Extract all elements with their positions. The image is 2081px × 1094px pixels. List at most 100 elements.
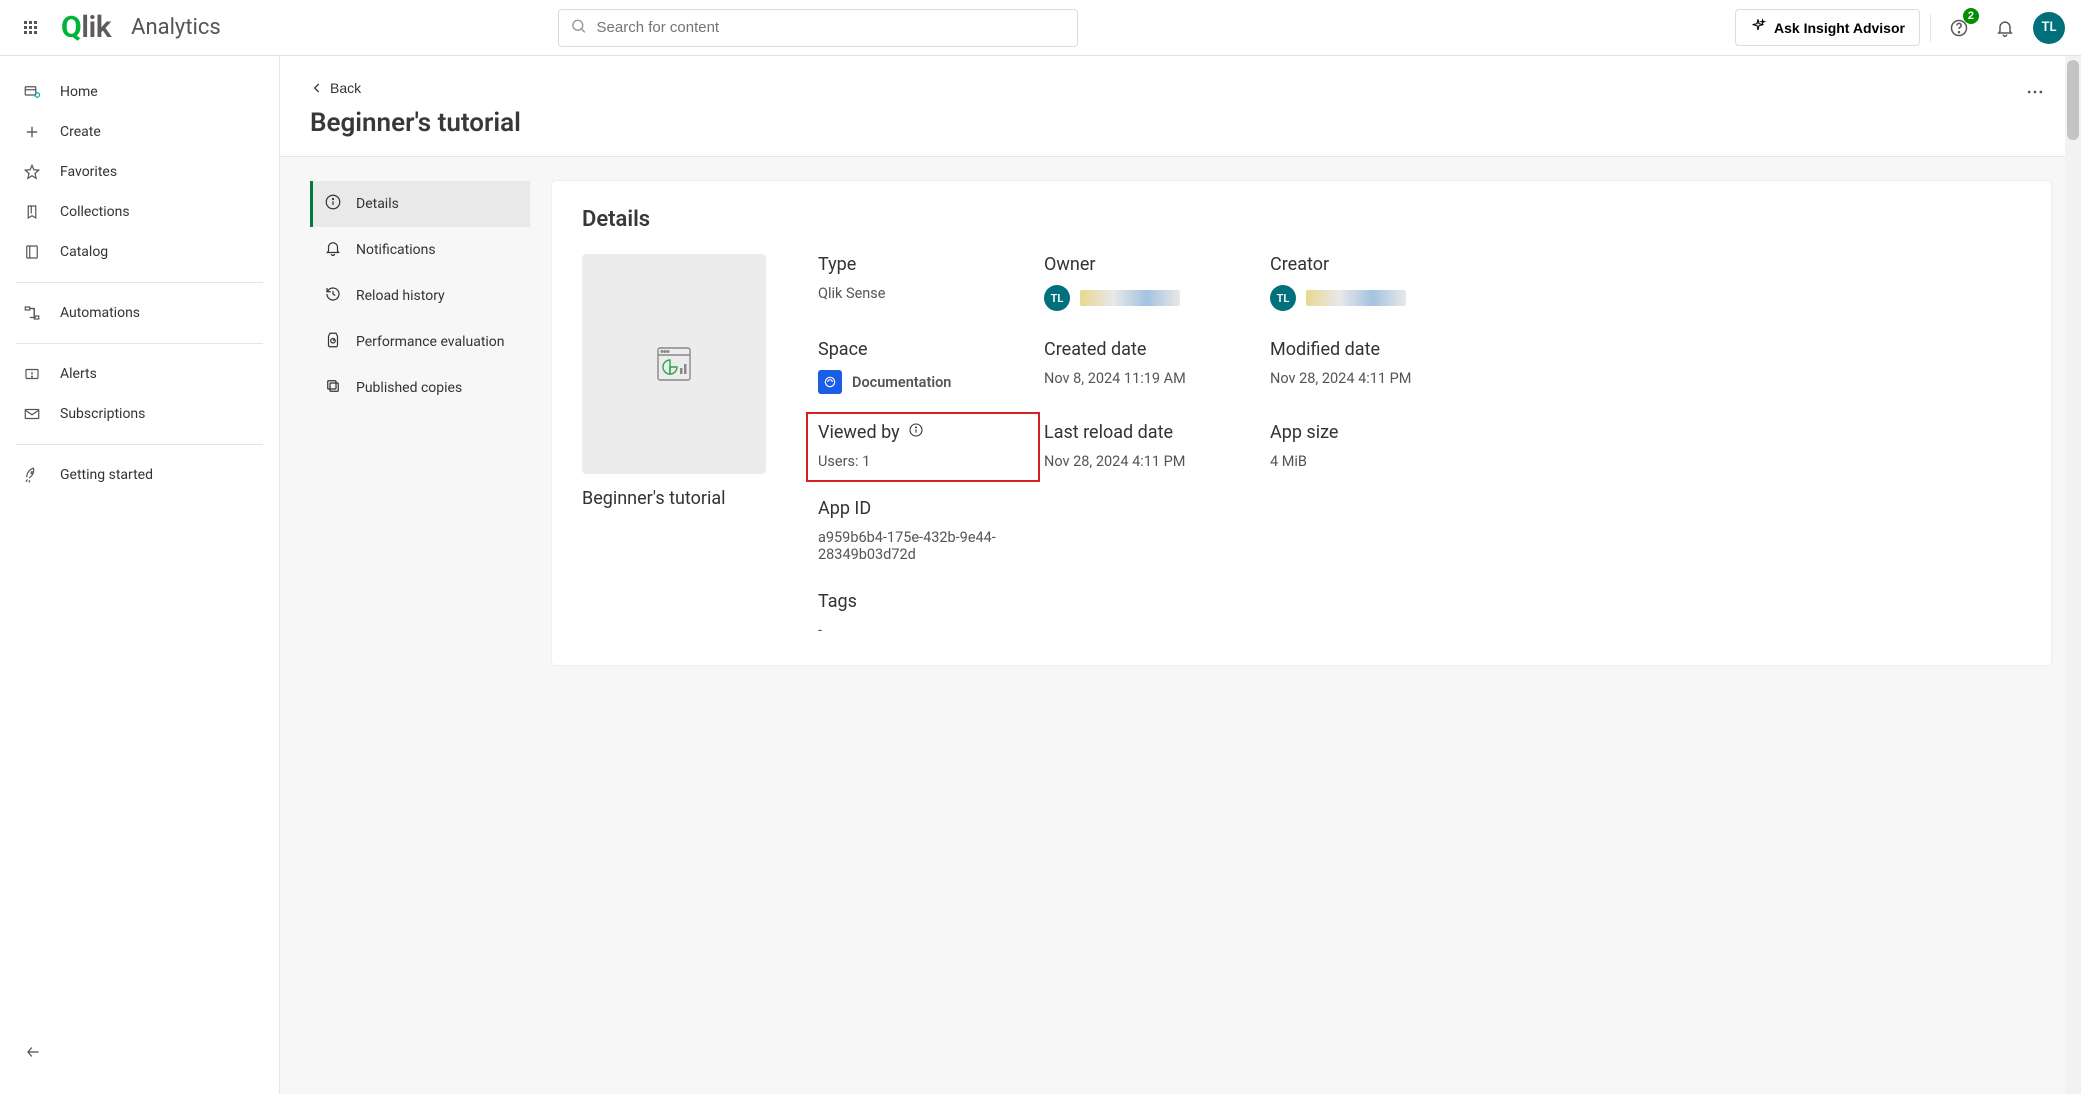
- meta-label: Viewed by: [818, 422, 1028, 443]
- sub-nav-label: Details: [356, 196, 399, 212]
- automation-icon: [22, 303, 42, 323]
- divider: [16, 444, 263, 445]
- scrollbar-thumb[interactable]: [2067, 60, 2079, 140]
- meta-tags: Tags -: [818, 591, 1028, 639]
- sidebar-item-automations[interactable]: Automations: [8, 293, 271, 333]
- scrollbar[interactable]: [2065, 56, 2081, 1094]
- sidebar-item-create[interactable]: Create: [8, 112, 271, 152]
- sidebar-item-alerts[interactable]: Alerts: [8, 354, 271, 394]
- creator-avatar: TL: [1270, 285, 1296, 311]
- space-name[interactable]: Documentation: [852, 374, 951, 391]
- sub-nav: Details Notifications Reload history Per…: [310, 181, 530, 665]
- sidebar-item-label: Alerts: [60, 366, 97, 382]
- sidebar-item-label: Getting started: [60, 467, 153, 483]
- sidebar-item-favorites[interactable]: Favorites: [8, 152, 271, 192]
- space-icon: [818, 370, 842, 394]
- sub-nav-item-performance[interactable]: Performance evaluation: [310, 319, 530, 365]
- meta-value: Qlik Sense: [818, 285, 1028, 302]
- thumb-title: Beginner's tutorial: [582, 488, 772, 509]
- info-icon: [324, 193, 342, 215]
- sidebar-item-label: Subscriptions: [60, 406, 145, 422]
- sidebar-item-catalog[interactable]: Catalog: [8, 232, 271, 272]
- divider: [16, 282, 263, 283]
- meta-value: Nov 8, 2024 11:19 AM: [1044, 370, 1254, 387]
- owner-avatar: TL: [1044, 285, 1070, 311]
- ask-advisor-label: Ask Insight Advisor: [1774, 20, 1905, 36]
- sub-nav-label: Published copies: [356, 380, 462, 396]
- user-avatar[interactable]: TL: [2033, 12, 2065, 44]
- catalog-icon: [22, 242, 42, 262]
- meta-label: Creator: [1270, 254, 1480, 275]
- sub-nav-item-details[interactable]: Details: [310, 181, 530, 227]
- sidebar-item-subscriptions[interactable]: Subscriptions: [8, 394, 271, 434]
- meta-type: Type Qlik Sense: [818, 254, 1028, 311]
- layout: Home Create Favorites Collections Catalo…: [0, 56, 2081, 1094]
- viewed-by-label-text: Viewed by: [818, 422, 900, 443]
- bell-icon: [324, 239, 342, 261]
- header-actions: Ask Insight Advisor 2 TL: [1735, 9, 2065, 46]
- help-button[interactable]: 2: [1941, 10, 1977, 46]
- meta-label: Created date: [1044, 339, 1254, 360]
- sidebar-item-label: Collections: [60, 204, 130, 220]
- panel-title: Details: [582, 207, 2021, 232]
- meta-label: Modified date: [1270, 339, 1480, 360]
- plus-icon: [22, 122, 42, 142]
- history-icon: [324, 285, 342, 307]
- meta-reload: Last reload date Nov 28, 2024 4:11 PM: [1044, 422, 1254, 470]
- bookmark-icon: [22, 202, 42, 222]
- meta-value: Nov 28, 2024 4:11 PM: [1270, 370, 1480, 387]
- notifications-button[interactable]: [1987, 10, 2023, 46]
- meta-label: Type: [818, 254, 1028, 275]
- main: Back Beginner's tutorial Details Notif: [280, 56, 2081, 1094]
- meta-owner: Owner TL: [1044, 254, 1254, 311]
- meta-viewed-by: Viewed by Users: 1: [818, 422, 1028, 470]
- search-box: [558, 9, 1078, 47]
- gauge-icon: [324, 331, 342, 353]
- meta-value: a959b6b4-175e-432b-9e44-28349b03d72d: [818, 529, 998, 563]
- details-panel: Details: [552, 181, 2051, 665]
- sparkle-icon: [1750, 18, 1766, 37]
- more-button[interactable]: [2019, 76, 2051, 113]
- collapse-sidebar-button[interactable]: [16, 1034, 52, 1070]
- divider: [1930, 14, 1931, 42]
- app-thumbnail: [582, 254, 766, 474]
- meta-label: Tags: [818, 591, 1028, 612]
- rocket-icon: [22, 465, 42, 485]
- sub-nav-item-reload-history[interactable]: Reload history: [310, 273, 530, 319]
- page-title: Beginner's tutorial: [310, 108, 521, 138]
- info-icon[interactable]: [908, 422, 924, 443]
- apps-launcher-icon[interactable]: [16, 13, 45, 42]
- sub-nav-label: Performance evaluation: [356, 334, 505, 350]
- sub-nav-item-notifications[interactable]: Notifications: [310, 227, 530, 273]
- meta-label: App size: [1270, 422, 1480, 443]
- sidebar-item-label: Automations: [60, 305, 140, 321]
- sidebar-footer: [8, 1026, 271, 1078]
- page-header: Back Beginner's tutorial: [280, 56, 2081, 157]
- sidebar-item-label: Catalog: [60, 244, 108, 260]
- meta-label: App ID: [818, 498, 1028, 519]
- sidebar-item-getting-started[interactable]: Getting started: [8, 455, 271, 495]
- meta-value: -: [818, 622, 1028, 639]
- sidebar-item-home[interactable]: Home: [8, 72, 271, 112]
- creator-name-redacted: [1306, 290, 1406, 306]
- sub-nav-item-published[interactable]: Published copies: [310, 365, 530, 411]
- header: Qlik Analytics Ask Insight Advisor 2 TL: [0, 0, 2081, 56]
- logo[interactable]: Qlik Analytics: [61, 10, 221, 45]
- meta-created: Created date Nov 8, 2024 11:19 AM: [1044, 339, 1254, 394]
- sidebar-item-collections[interactable]: Collections: [8, 192, 271, 232]
- sidebar-item-label: Create: [60, 124, 101, 140]
- meta-value: Users: 1: [818, 453, 1028, 470]
- meta-label: Owner: [1044, 254, 1254, 275]
- meta-creator: Creator TL: [1270, 254, 1480, 311]
- ask-insight-advisor-button[interactable]: Ask Insight Advisor: [1735, 9, 1920, 46]
- meta-size: App size 4 MiB: [1270, 422, 1480, 470]
- help-badge: 2: [1963, 8, 1979, 24]
- sidebar-item-label: Favorites: [60, 164, 117, 180]
- search-input[interactable]: [558, 9, 1078, 47]
- search-icon: [570, 17, 587, 38]
- back-button[interactable]: Back: [310, 76, 361, 100]
- brand-subtext: Analytics: [131, 15, 221, 40]
- owner-name-redacted: [1080, 290, 1180, 306]
- meta-modified: Modified date Nov 28, 2024 4:11 PM: [1270, 339, 1480, 394]
- sub-nav-label: Reload history: [356, 288, 445, 304]
